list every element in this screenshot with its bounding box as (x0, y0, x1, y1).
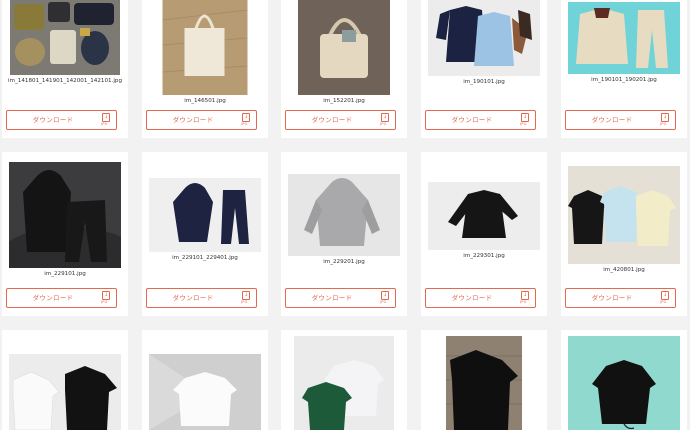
image-card (561, 330, 687, 430)
download-button-label: ダウンロード (172, 294, 214, 302)
thumbnail-image[interactable] (568, 2, 680, 74)
thumbnail-image[interactable] (9, 162, 121, 268)
download-button-label: ダウンロード (32, 294, 74, 302)
download-button[interactable]: ダウンロード ↓ JPG (146, 110, 257, 130)
file-name: im_229101.jpg (44, 271, 86, 277)
image-card: im_229101_229401.jpg ダウンロード ↓ JPG (142, 152, 268, 316)
thumbnail-image[interactable] (162, 0, 248, 95)
thumbnail-image[interactable] (288, 174, 400, 256)
image-card: im_152201.jpg ダウンロード ↓ JPG (281, 0, 407, 138)
file-name: im_152201.jpg (323, 98, 365, 104)
jpg-file-icon: ↓ JPG (101, 113, 110, 126)
download-button-label: ダウンロード (591, 294, 633, 302)
file-name: im_229301.jpg (463, 253, 505, 259)
download-button[interactable]: ダウンロード ↓ JPG (425, 110, 536, 130)
image-card: im_146501.jpg ダウンロード ↓ JPG (142, 0, 268, 138)
jpg-file-icon: ↓ JPG (101, 291, 110, 304)
thumbnail-image[interactable] (149, 354, 261, 430)
file-name: im_141801_141901_142001_142101.jpg (7, 78, 123, 84)
jpg-file-icon: ↓ JPG (380, 113, 389, 126)
download-button[interactable]: ダウンロード ↓ JPG (565, 110, 676, 130)
download-button-label: ダウンロード (311, 294, 353, 302)
download-button[interactable]: ダウンロード ↓ JPG (285, 110, 396, 130)
image-card: im_229301.jpg ダウンロード ↓ JPG (421, 152, 547, 316)
thumbnail-image[interactable] (294, 336, 394, 430)
image-card (142, 330, 268, 430)
jpg-file-icon: ↓ JPG (380, 291, 389, 304)
download-button-label: ダウンロード (451, 116, 493, 124)
file-name: im_146501.jpg (184, 98, 226, 104)
thumbnail-image[interactable] (9, 354, 121, 430)
download-button-label: ダウンロード (311, 116, 353, 124)
jpg-file-icon: ↓ JPG (241, 291, 250, 304)
download-button[interactable]: ダウンロード ↓ JPG (6, 288, 117, 308)
jpg-file-icon: ↓ JPG (520, 113, 529, 126)
download-button-label: ダウンロード (172, 116, 214, 124)
jpg-file-icon: ↓ JPG (241, 113, 250, 126)
thumbnail-image[interactable] (10, 0, 120, 75)
jpg-file-icon: ↓ JPG (660, 113, 669, 126)
thumbnail-image[interactable] (428, 0, 540, 76)
download-button[interactable]: ダウンロード ↓ JPG (565, 288, 676, 308)
download-grid: im_141801_141901_142001_142101.jpg ダウンロー… (0, 0, 690, 430)
file-name: im_190101_190201.jpg (591, 77, 657, 83)
file-name: im_420801.jpg (603, 267, 645, 273)
image-card: im_190101_190201.jpg ダウンロード ↓ JPG (561, 0, 687, 138)
thumbnail-image[interactable] (568, 166, 680, 264)
thumbnail-image[interactable] (568, 336, 680, 430)
image-card: im_190101.jpg ダウンロード ↓ JPG (421, 0, 547, 138)
thumbnail-image[interactable] (298, 0, 390, 95)
download-button-label: ダウンロード (591, 116, 633, 124)
image-card (2, 330, 128, 430)
file-name: im_229101_229401.jpg (172, 255, 238, 261)
download-button-label: ダウンロード (451, 294, 493, 302)
image-card: im_229201.jpg ダウンロード ↓ JPG (281, 152, 407, 316)
image-card: im_229101.jpg ダウンロード ↓ JPG (2, 152, 128, 316)
image-card: im_420801.jpg ダウンロード ↓ JPG (561, 152, 687, 316)
download-button[interactable]: ダウンロード ↓ JPG (285, 288, 396, 308)
image-card: im_141801_141901_142001_142101.jpg ダウンロー… (2, 0, 128, 138)
thumbnail-image[interactable] (446, 336, 522, 430)
image-card (421, 330, 547, 430)
thumbnail-image[interactable] (428, 182, 540, 250)
thumbnail-image[interactable] (149, 178, 261, 252)
jpg-file-icon: ↓ JPG (520, 291, 529, 304)
file-name: im_190101.jpg (463, 79, 505, 85)
download-button[interactable]: ダウンロード ↓ JPG (425, 288, 536, 308)
file-name: im_229201.jpg (323, 259, 365, 265)
jpg-file-icon: ↓ JPG (660, 291, 669, 304)
download-button-label: ダウンロード (32, 116, 74, 124)
download-button[interactable]: ダウンロード ↓ JPG (6, 110, 117, 130)
download-button[interactable]: ダウンロード ↓ JPG (146, 288, 257, 308)
image-card (281, 330, 407, 430)
